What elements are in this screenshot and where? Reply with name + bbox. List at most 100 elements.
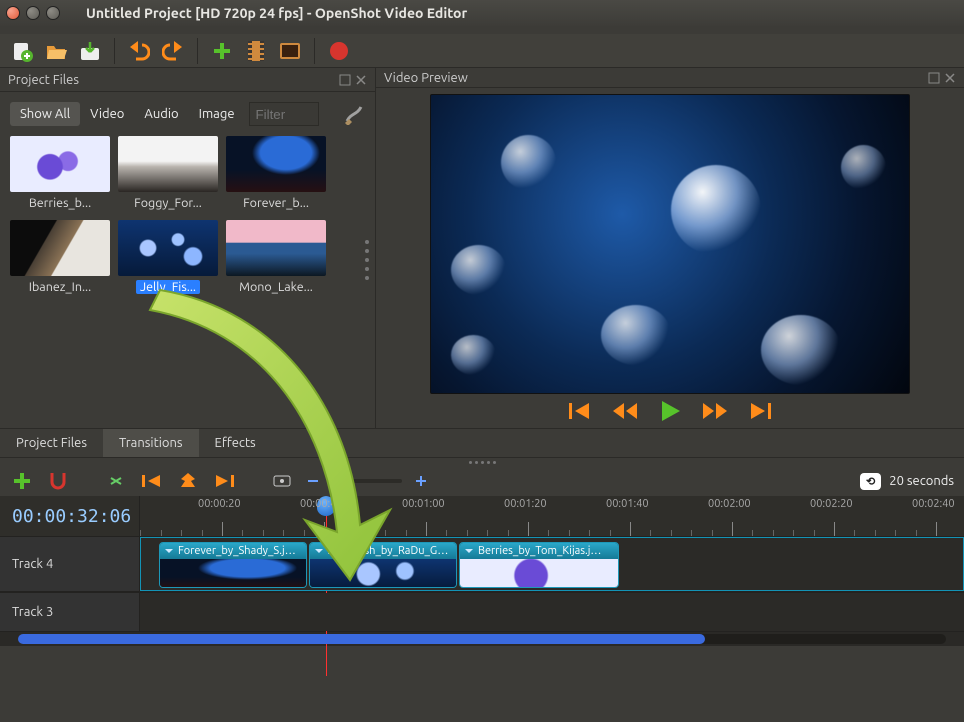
clear-filter-icon[interactable]	[343, 103, 365, 125]
project-files-title: Project Files	[8, 73, 79, 87]
open-project-button[interactable]	[44, 39, 68, 63]
clip-menu-icon[interactable]	[164, 546, 174, 556]
window-maximize-button[interactable]	[46, 6, 60, 20]
timeline-horizontal-scrollbar[interactable]	[0, 632, 964, 646]
timeline-ruler[interactable]: 00:00:2000:00:4000:01:0000:01:2000:01:40…	[140, 496, 964, 536]
thumbnail	[10, 220, 110, 276]
next-marker-button[interactable]	[212, 469, 236, 493]
clip-thumbnail	[160, 559, 306, 588]
clip-menu-icon[interactable]	[314, 546, 324, 556]
project-file-label: Forever_b...	[226, 196, 326, 210]
clip-title: Jelly_Fish_by_RaDu_G…	[328, 545, 448, 557]
project-file-item[interactable]: Foggy_For...	[118, 136, 218, 210]
zoom-in-icon[interactable]	[414, 474, 428, 488]
add-track-button[interactable]	[10, 469, 34, 493]
timeline: 00:00:32:06 00:00:2000:00:4000:01:0000:0…	[0, 496, 964, 646]
clip-title: Forever_by_Shady_S.j…	[178, 545, 296, 557]
video-preview-panel: Video Preview	[376, 68, 964, 428]
project-file-label: Jelly_Fis...	[136, 280, 200, 294]
undock-icon[interactable]	[928, 72, 940, 84]
choose-profile-button[interactable]	[244, 39, 268, 63]
project-file-label: Ibanez_In...	[10, 280, 110, 294]
snap-button[interactable]	[46, 469, 70, 493]
project-file-item[interactable]: Ibanez_In...	[10, 220, 110, 297]
panel-resize-handle[interactable]	[365, 240, 371, 280]
clip-title-bar: Berries_by_Tom_Kijas.j…	[460, 543, 618, 559]
project-file-label: Berries_b...	[10, 196, 110, 210]
timeline-track: Track 4 Forever_by_Shady_S.j… Jelly_Fish_…	[0, 536, 964, 592]
undo-button[interactable]	[127, 39, 151, 63]
track-label[interactable]: Track 3	[0, 593, 140, 631]
clip-title-bar: Forever_by_Shady_S.j…	[160, 543, 306, 559]
zoom-seconds-label: 20 seconds	[889, 474, 954, 488]
new-project-button[interactable]	[10, 39, 34, 63]
center-playhead-button[interactable]	[270, 469, 294, 493]
thumbnail	[10, 136, 110, 192]
project-files-panel: Project Files Show All Video Audio Image…	[0, 68, 376, 428]
main-toolbar	[0, 34, 964, 68]
fast-forward-button[interactable]	[703, 402, 727, 420]
tab-project-files[interactable]: Project Files	[0, 429, 103, 457]
zoom-seconds-badge: ⟲	[860, 473, 881, 490]
project-file-item[interactable]: Berries_b...	[10, 136, 110, 210]
add-marker-button[interactable]	[176, 469, 200, 493]
clip-thumbnail	[460, 559, 618, 588]
window-titlebar: Untitled Project [HD 720p 24 fps] - Open…	[0, 0, 964, 26]
filter-tab-video[interactable]: Video	[80, 102, 134, 126]
zoom-slider[interactable]	[332, 479, 402, 483]
redo-button[interactable]	[161, 39, 185, 63]
fullscreen-button[interactable]	[278, 39, 302, 63]
timeline-clip[interactable]: Berries_by_Tom_Kijas.j…	[459, 542, 619, 588]
prev-marker-button[interactable]	[140, 469, 164, 493]
playhead-timecode: 00:00:32:06	[0, 496, 140, 536]
video-preview-title: Video Preview	[384, 71, 468, 85]
clip-title: Berries_by_Tom_Kijas.j…	[478, 545, 601, 557]
horizontal-splitter[interactable]	[0, 458, 964, 466]
project-file-label: Foggy_For...	[118, 196, 218, 210]
rewind-button[interactable]	[613, 402, 637, 420]
close-panel-icon[interactable]	[355, 74, 367, 86]
menubar[interactable]	[0, 26, 964, 34]
export-video-button[interactable]	[327, 39, 351, 63]
project-files-grid: Berries_b... Foggy_For... Forever_b... I…	[10, 136, 365, 297]
project-files-header: Project Files	[0, 68, 375, 92]
timeline-clip[interactable]: Forever_by_Shady_S.j…	[159, 542, 307, 588]
timeline-track: Track 3	[0, 592, 964, 632]
track-lane[interactable]: Forever_by_Shady_S.j… Jelly_Fish_by_RaDu_…	[140, 537, 964, 591]
project-file-item[interactable]: Jelly_Fis...	[118, 220, 218, 297]
thumbnail	[118, 136, 218, 192]
video-preview-canvas	[430, 94, 910, 394]
thumbnail	[118, 220, 218, 276]
jump-end-button[interactable]	[749, 402, 771, 420]
timeline-toolbar: ⟲ 20 seconds	[0, 466, 964, 496]
window-title: Untitled Project [HD 720p 24 fps] - Open…	[86, 5, 467, 21]
track-label[interactable]: Track 4	[0, 537, 140, 591]
jump-start-button[interactable]	[569, 402, 591, 420]
window-minimize-button[interactable]	[26, 6, 40, 20]
filter-tab-image[interactable]: Image	[189, 102, 245, 126]
window-close-button[interactable]	[6, 6, 20, 20]
play-button[interactable]	[659, 400, 681, 422]
import-files-button[interactable]	[210, 39, 234, 63]
undock-icon[interactable]	[339, 74, 351, 86]
timeline-clip[interactable]: Jelly_Fish_by_RaDu_G…	[309, 542, 457, 588]
tab-transitions[interactable]: Transitions	[103, 429, 199, 457]
track-lane[interactable]	[140, 593, 964, 631]
project-file-item[interactable]: Forever_b...	[226, 136, 326, 210]
bottom-tab-bar: Project Files Transitions Effects	[0, 428, 964, 458]
video-preview-header: Video Preview	[376, 68, 964, 88]
project-files-filter-bar: Show All Video Audio Image	[10, 102, 365, 126]
clip-menu-icon[interactable]	[464, 546, 474, 556]
preview-controls	[376, 394, 964, 428]
filter-tab-audio[interactable]: Audio	[134, 102, 188, 126]
project-file-item[interactable]: Mono_Lake...	[226, 220, 326, 297]
razor-tool-button[interactable]	[104, 469, 128, 493]
tab-effects[interactable]: Effects	[199, 429, 272, 457]
zoom-out-icon[interactable]	[306, 474, 320, 488]
filter-input[interactable]	[249, 102, 319, 126]
filter-tab-show-all[interactable]: Show All	[10, 102, 80, 126]
save-project-button[interactable]	[78, 39, 102, 63]
clip-title-bar: Jelly_Fish_by_RaDu_G…	[310, 543, 456, 559]
close-panel-icon[interactable]	[944, 72, 956, 84]
project-file-label: Mono_Lake...	[226, 280, 326, 294]
